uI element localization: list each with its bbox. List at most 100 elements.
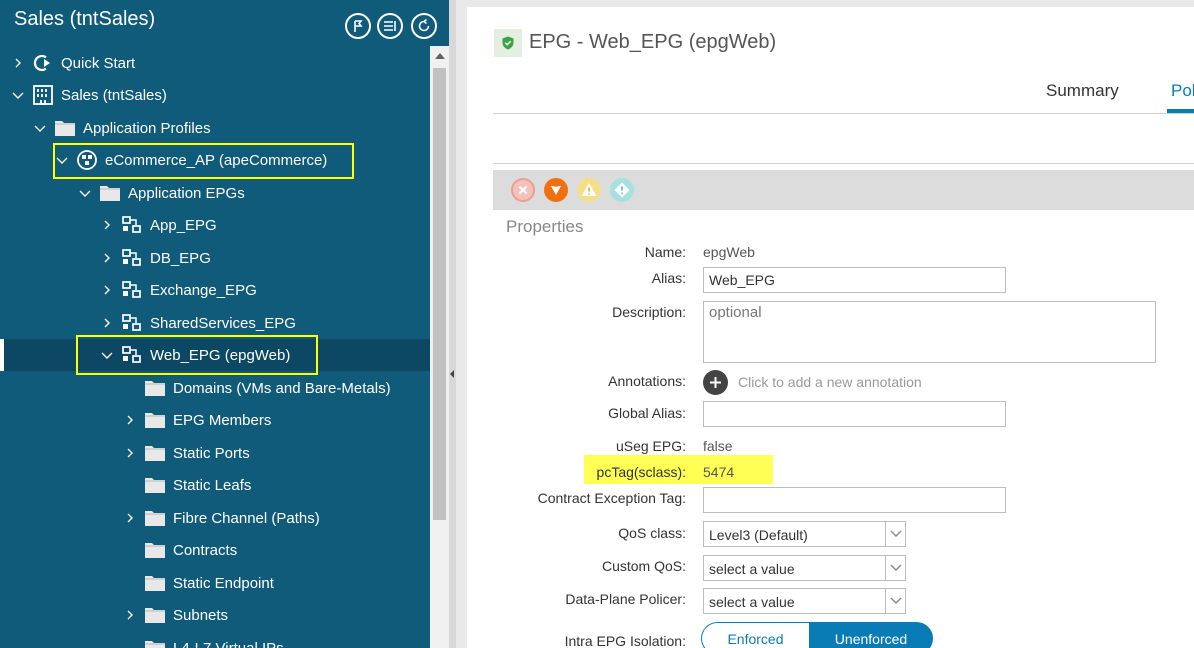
epg-icon (121, 248, 143, 268)
chevron-down-icon[interactable] (885, 556, 905, 580)
folder-icon (144, 508, 166, 528)
app-profile-icon (76, 150, 98, 170)
intra-epg-isolation-label: Intra EPG Isolation: (564, 633, 686, 648)
minor-fault-icon[interactable] (577, 178, 601, 202)
epg-icon (121, 313, 143, 333)
chevron-right-icon[interactable] (101, 219, 113, 231)
collapse-arrow-icon[interactable] (450, 370, 454, 378)
tree-node-label: Static Endpoint (173, 574, 274, 592)
tree-node[interactable]: Sales (tntSales) (0, 79, 430, 111)
global-alias-input[interactable] (703, 401, 1006, 427)
apic-window: Sales (tntSales) Quick Start Sales (tntSa… (0, 0, 1194, 648)
folder-icon (144, 540, 166, 560)
chevron-down-icon[interactable] (34, 122, 46, 134)
chevron-right-icon[interactable] (124, 609, 136, 621)
page-title: EPG - Web_EPG (epgWeb) (529, 31, 777, 53)
pctag-label: pcTag(sclass): (596, 464, 686, 480)
tree-node[interactable]: Static Endpoint (0, 567, 430, 599)
scroll-thumb[interactable] (433, 68, 446, 520)
global-alias-label: Global Alias: (608, 405, 686, 421)
chevron-down-icon[interactable] (56, 154, 68, 166)
chevron-right-icon[interactable] (124, 447, 136, 459)
contract-exception-tag-label: Contract Exception Tag: (537, 490, 686, 506)
qos-class-select[interactable]: Level3 (Default) (703, 521, 906, 547)
tree-node-label: Fibre Channel (Paths) (173, 509, 320, 527)
alias-input[interactable] (703, 267, 1006, 293)
alias-label: Alias: (651, 270, 686, 286)
add-annotation-icon[interactable] (703, 370, 728, 395)
tree-node[interactable]: eCommerce_AP (apeCommerce) (0, 144, 430, 176)
tree-node-label: Exchange_EPG (150, 281, 257, 299)
annotations-label: Annotations: (608, 373, 686, 389)
isolation-unenforced-button[interactable]: Unenforced (809, 622, 933, 648)
tree-node-label: Quick Start (61, 54, 136, 72)
qos-class-label: QoS class: (618, 525, 686, 541)
add-annotation-link[interactable]: Click to add a new annotation (738, 374, 922, 390)
refresh-icon[interactable] (411, 13, 437, 39)
tree-node-label: Static Ports (173, 444, 250, 462)
tree-node-label: Application EPGs (128, 184, 245, 202)
folder-icon (144, 410, 166, 430)
chevron-right-icon[interactable] (101, 284, 113, 296)
name-label: Name: (644, 244, 686, 260)
tab-summary[interactable]: Summary (1046, 81, 1119, 101)
folder-icon (144, 638, 166, 648)
tree-node[interactable]: Subnets (0, 599, 430, 631)
tree-node[interactable]: Domains (VMs and Bare-Metals) (0, 372, 430, 404)
tree-node[interactable]: Quick Start (0, 47, 430, 79)
tree-node-label: DB_EPG (150, 249, 211, 267)
data-plane-policer-select[interactable]: select a value (703, 588, 906, 614)
data-plane-policer-label: Data-Plane Policer: (565, 591, 686, 607)
tree-node-label: L4-L7 Virtual IPs (173, 639, 284, 648)
isolation-enforced-button[interactable]: Enforced (701, 622, 809, 648)
tree-node[interactable]: App_EPG (0, 209, 430, 241)
tree-node[interactable]: Application Profiles (0, 112, 430, 144)
critical-fault-icon[interactable] (511, 178, 535, 202)
properties-heading: Properties (506, 217, 584, 236)
tree-node[interactable]: DB_EPG (0, 242, 430, 274)
tab-policy[interactable]: Pol (1171, 81, 1194, 101)
chevron-right-icon[interactable] (101, 317, 113, 329)
chevron-right-icon[interactable] (124, 414, 136, 426)
tree-node[interactable]: Static Ports (0, 437, 430, 469)
tree-node[interactable]: SharedServices_EPG (0, 307, 430, 339)
warning-fault-icon[interactable] (610, 178, 634, 202)
contract-exception-tag-input[interactable] (703, 487, 1006, 513)
tree-node-label: EPG Members (173, 411, 272, 429)
tree-node[interactable]: Exchange_EPG (0, 274, 430, 306)
pane-splitter[interactable] (449, 0, 456, 648)
tree-node[interactable]: Static Leafs (0, 469, 430, 501)
chevron-down-icon[interactable] (885, 589, 905, 613)
tree-node[interactable]: Web_EPG (epgWeb) (0, 339, 430, 371)
tree-node[interactable]: L4-L7 Virtual IPs (0, 632, 430, 648)
tree-node[interactable]: EPG Members (0, 404, 430, 436)
qos-class-value: Level3 (Default) (709, 527, 808, 543)
custom-qos-label: Custom QoS: (601, 558, 686, 574)
tree-node-label: App_EPG (150, 216, 217, 234)
chevron-right-icon[interactable] (124, 512, 136, 524)
chevron-down-icon[interactable] (101, 349, 113, 361)
epg-icon (121, 280, 143, 300)
chevron-down-icon[interactable] (12, 89, 24, 101)
folder-icon (144, 475, 166, 495)
tree-scrollbar[interactable] (430, 46, 449, 648)
major-fault-icon[interactable] (544, 178, 568, 202)
chevron-right-icon[interactable] (12, 57, 24, 69)
list-icon[interactable] (377, 13, 403, 39)
tree-node[interactable]: Contracts (0, 534, 430, 566)
chevron-right-icon[interactable] (101, 252, 113, 264)
chevron-down-icon[interactable] (885, 522, 905, 546)
flag-icon[interactable] (345, 13, 371, 39)
scroll-up-arrow-icon[interactable] (435, 53, 445, 59)
description-textarea[interactable]: optional (703, 301, 1156, 363)
useg-epg-label: uSeg EPG: (615, 438, 686, 454)
tree-node[interactable]: Fibre Channel (Paths) (0, 502, 430, 534)
chevron-down-icon[interactable] (79, 187, 91, 199)
useg-epg-value: false (703, 438, 733, 454)
folder-icon (144, 378, 166, 398)
tree-node-label: Subnets (173, 606, 229, 624)
tree-node-label: SharedServices_EPG (150, 314, 296, 332)
tree-node[interactable]: Application EPGs (0, 177, 430, 209)
custom-qos-select[interactable]: select a value (703, 555, 906, 581)
pctag-value: 5474 (703, 464, 735, 480)
